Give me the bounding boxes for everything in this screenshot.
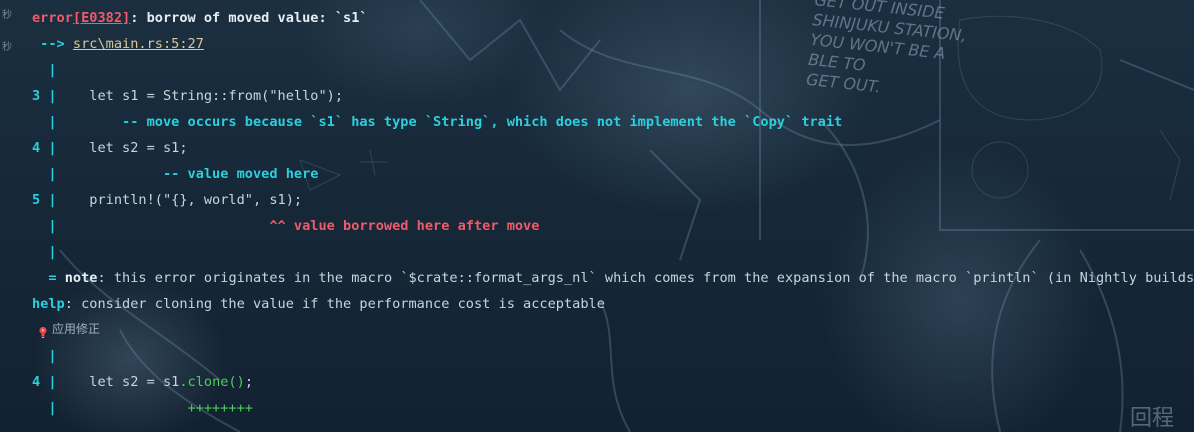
line-number: 4 | — [32, 140, 57, 156]
macro-note: = note: this error originates in the mac… — [32, 265, 1194, 291]
error-message: : borrow of moved value: `s1` — [130, 10, 368, 26]
snippet-line-5: 5 | println!("{}, world", s1); — [32, 187, 302, 213]
help-label: help — [32, 296, 65, 312]
background-corner-text: 回程 — [1129, 406, 1174, 431]
apply-fix-label: 应用修正 — [52, 322, 101, 336]
gutter-mark: 秒 — [2, 10, 12, 21]
snippet-annotation: | -- value moved here — [32, 161, 318, 187]
source-code: println!("{}, world", s1); — [56, 192, 303, 208]
snippet-pipe: | — [32, 62, 57, 78]
snippet-line-4: 4 | let s2 = s1; — [32, 135, 188, 161]
snippet-pipe: | — [32, 218, 57, 234]
error-location: --> src\main.rs:5:27 — [32, 31, 204, 57]
gutter-mark: 秒 — [2, 42, 12, 53]
snippet-annotation: | ^^ value borrowed here after move — [32, 213, 539, 239]
note-text: : this error originates in the macro `$c… — [97, 270, 1194, 286]
editor-gutter: 秒 秒 — [0, 0, 14, 432]
lightbulb-icon — [38, 323, 48, 338]
line-number: 5 | — [32, 192, 57, 208]
apply-fix-button[interactable]: 应用修正 — [38, 318, 100, 340]
line-number: 3 | — [32, 88, 57, 104]
background-speech-bubble: GET OUT INSIDE SHINJUKU STATION, YOU WON… — [805, 0, 968, 97]
error-header: error[E0382]: borrow of moved value: `s1… — [32, 5, 368, 31]
snippet-annotation: | -- move occurs because `s1` has type `… — [32, 109, 842, 135]
suggestion-marker: | ++++++++ — [32, 395, 253, 421]
snippet-pipe: | — [32, 348, 57, 364]
source-code-end: ; — [244, 374, 253, 390]
move-note: -- move occurs because `s1` has type `St… — [56, 114, 843, 130]
help-message: help: consider cloning the value if the … — [32, 291, 605, 317]
error-label: error — [32, 10, 73, 26]
moved-note: -- value moved here — [56, 166, 319, 182]
source-code: let s2 = s1; — [56, 140, 188, 156]
source-code: let s1 = String::from("hello"); — [56, 88, 344, 104]
source-file-link[interactable]: src\main.rs:5:27 — [73, 36, 204, 52]
error-code-link[interactable]: [E0382] — [73, 10, 130, 26]
note-prefix: = — [32, 270, 65, 286]
source-code: let s2 = s1 — [56, 374, 180, 390]
note-label: note — [64, 270, 98, 286]
addition-markers: ++++++++ — [56, 400, 253, 416]
snippet-pipe: | — [32, 244, 57, 260]
line-number: 4 | — [32, 374, 57, 390]
location-arrow: --> — [32, 36, 73, 52]
suggestion-line-4: 4 | let s2 = s1.clone(); — [32, 369, 253, 395]
snippet-pipe: | — [32, 166, 57, 182]
borrow-error-note: ^^ value borrowed here after move — [56, 218, 540, 234]
help-text: : consider cloning the value if the perf… — [64, 296, 605, 312]
snippet-pipe: | — [32, 400, 57, 416]
snippet-line-3: 3 | let s1 = String::from("hello"); — [32, 83, 343, 109]
snippet-pipe: | — [32, 114, 57, 130]
suggested-addition: .clone() — [179, 374, 245, 390]
